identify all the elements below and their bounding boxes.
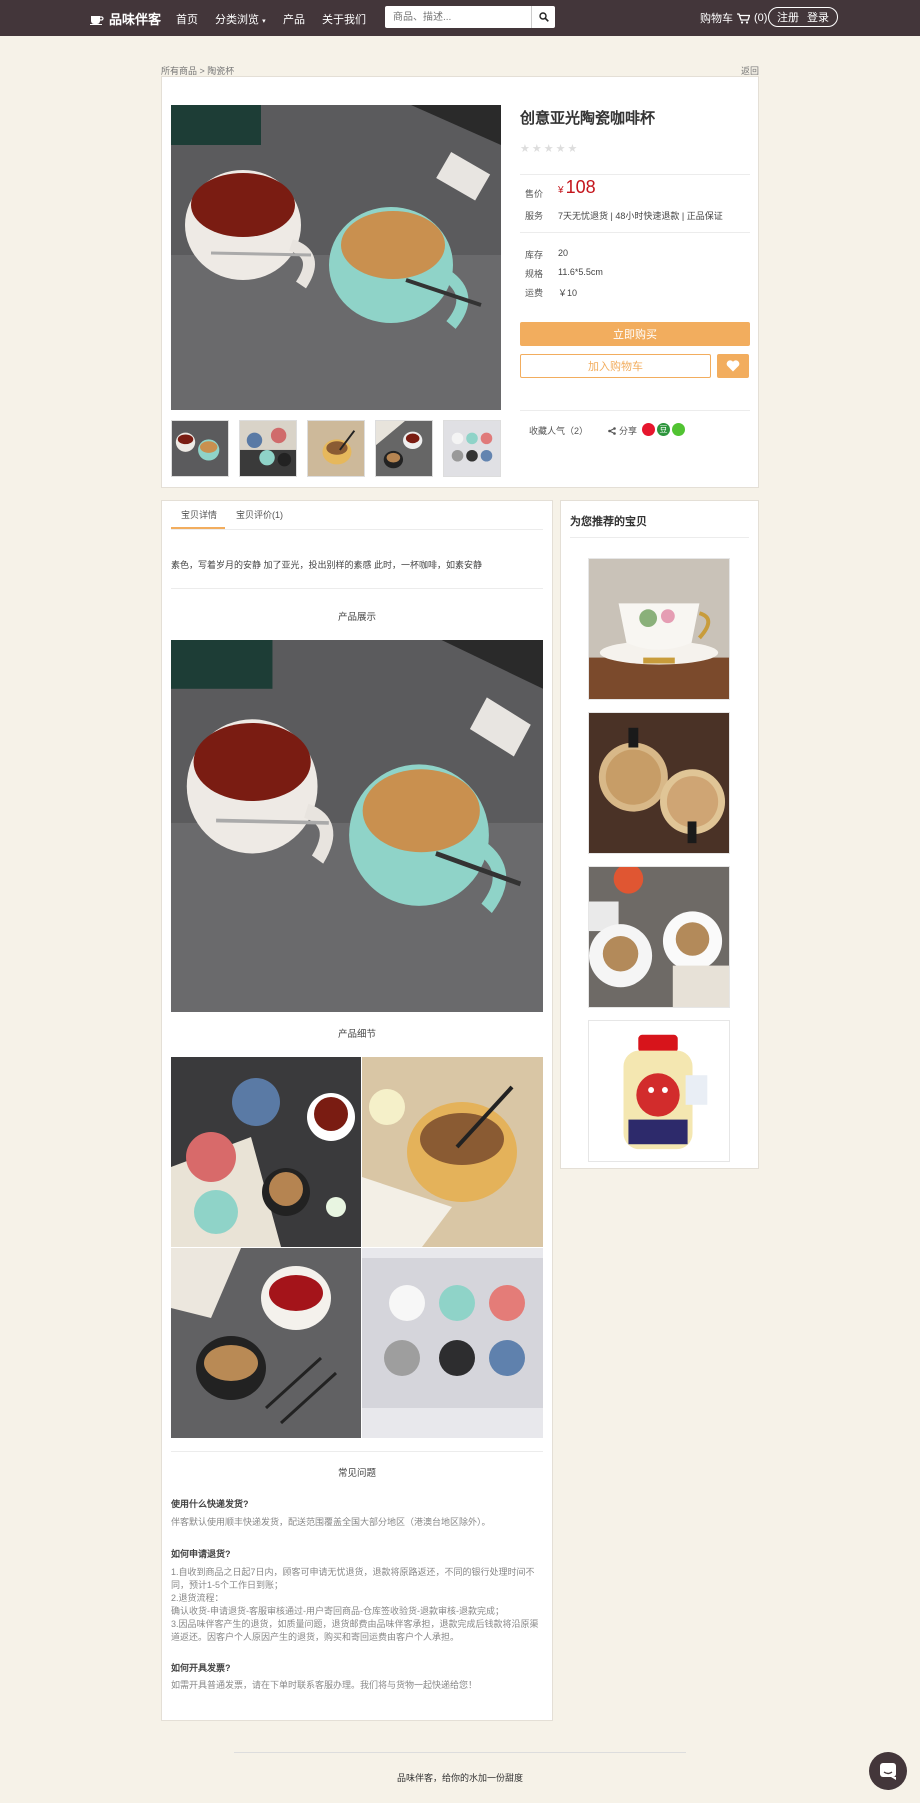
stock-label: 库存	[525, 250, 544, 260]
cart-label: 购物车	[700, 13, 733, 25]
price-currency: ¥	[558, 185, 564, 196]
faq-answer-line: 2.退货流程：	[171, 1593, 224, 1603]
heart-icon	[726, 360, 740, 372]
thumbnail-5[interactable]	[443, 420, 501, 477]
faq-answer: 1.自收到商品之日起7日内，顾客可申请无忧退货，退款将原路返还，不同的银行处理时…	[171, 1566, 543, 1644]
favorite-button[interactable]	[717, 354, 749, 378]
star-icon: ★	[567, 143, 578, 155]
shipping-label: 运费	[525, 288, 544, 298]
search-icon	[538, 12, 549, 22]
thumbnail-3[interactable]	[307, 420, 365, 477]
auth-pill: 注册 登录	[768, 7, 838, 27]
star-icon: ★	[543, 143, 554, 155]
star-icon: ★	[555, 143, 566, 155]
recommend-item-1[interactable]	[588, 558, 730, 700]
detail-image-4	[362, 1248, 543, 1438]
detail-image-3	[171, 1248, 361, 1438]
divider	[520, 410, 750, 411]
divider	[171, 529, 543, 530]
thumbnail-2[interactable]	[239, 420, 297, 477]
nav-categories-label: 分类浏览	[215, 14, 259, 26]
chat-icon	[880, 1763, 896, 1780]
wechat-icon[interactable]	[672, 423, 685, 436]
faq-question: 使用什么快递发货?	[171, 1499, 249, 1509]
spec-value: 11.6*5.5cm	[558, 267, 603, 277]
section-faq-title: 常见问题	[337, 1468, 376, 1479]
section-detail-title: 产品细节	[337, 1029, 376, 1040]
divider	[520, 174, 750, 175]
buy-now-button[interactable]: 立即购买	[520, 322, 750, 346]
section-display-title: 产品展示	[337, 612, 376, 623]
share-area: 分享	[608, 424, 637, 437]
divider	[171, 588, 543, 589]
search-box	[385, 6, 555, 28]
star-icon: ★	[520, 143, 530, 155]
cart-link[interactable]: 购物车 (0)	[700, 10, 767, 26]
star-icon: ★	[531, 143, 542, 155]
display-image	[171, 640, 543, 1012]
cart-count: (0)	[754, 12, 768, 24]
footer-divider	[234, 1752, 686, 1753]
search-button[interactable]	[531, 6, 555, 28]
product-title: 创意亚光陶瓷咖啡杯	[520, 110, 656, 127]
login-link[interactable]: 登录	[807, 9, 829, 25]
detail-image-1	[171, 1057, 361, 1247]
tab-reviews[interactable]: 宝贝评价(1)	[236, 508, 283, 521]
divider	[171, 1451, 543, 1452]
brand-name: 品味伴客	[109, 12, 162, 27]
nav-products[interactable]: 产品	[283, 11, 305, 27]
spec-label: 规格	[525, 269, 544, 279]
recommend-item-3[interactable]	[588, 866, 730, 1008]
divider	[570, 537, 749, 538]
recommend-item-2[interactable]	[588, 712, 730, 854]
search-input[interactable]	[385, 6, 530, 28]
share-label: 分享	[619, 426, 638, 436]
faq-answer-line: 伴客默认使用顺丰快递发货，配送范围覆盖全国大部分地区（港澳台地区除外）。	[171, 1517, 491, 1527]
faq-answer-line: 1.自收到商品之日起7日内，顾客可申请无忧退货，退款将原路返还，不同的银行处理时…	[171, 1567, 535, 1590]
favorite-count: 收藏人气（2）	[529, 426, 589, 436]
product-description: 素色，写着岁月的安静 加了亚光，投出别样的素感 此时，一杯咖啡，如素安静	[171, 560, 483, 570]
brand[interactable]: 品味伴客	[90, 9, 161, 28]
price-value: 108	[565, 177, 596, 197]
service-label: 服务	[525, 211, 544, 221]
nav-categories[interactable]: 分类浏览 ▾	[215, 11, 266, 27]
divider	[520, 232, 750, 233]
tab-details[interactable]: 宝贝详情	[181, 508, 217, 521]
douban-icon[interactable]: 豆	[657, 423, 670, 436]
faq-answer: 伴客默认使用顺丰快递发货，配送范围覆盖全国大部分地区（港澳台地区除外）。	[171, 1516, 543, 1529]
chat-button[interactable]	[869, 1752, 907, 1790]
register-link[interactable]: 注册	[777, 9, 799, 25]
service-value: 7天无忧退货 | 48小时快速退款 | 正品保证	[558, 211, 723, 221]
faq-question: 如何开具发票?	[171, 1663, 231, 1673]
faq-answer-line: 确认收货-申请退货-客服审核通过-用户寄回商品-仓库签收验货-退款审核-退款完成…	[171, 1606, 504, 1616]
shipping-value: ￥10	[558, 288, 578, 298]
top-navbar: 品味伴客 首页 分类浏览 ▾ 产品 关于我们 购物车 (0) 注册 登录	[0, 0, 920, 36]
footer-slogan: 品味伴客，给你的水加一份甜度	[396, 1773, 523, 1783]
caret-down-icon: ▾	[262, 18, 266, 25]
thumbnail-1[interactable]	[171, 420, 229, 477]
recommend-title: 为您推荐的宝贝	[570, 516, 647, 528]
add-to-cart-button[interactable]: 加入购物车	[520, 354, 711, 378]
detail-image-2	[362, 1057, 543, 1247]
price-label: 售价	[525, 189, 544, 199]
coffee-cup-icon	[90, 15, 104, 25]
faq-answer-line: 如需开具普通发票，请在下单时联系客服办理。我们将与货物一起快递给您！	[171, 1680, 478, 1690]
faq-answer: 如需开具普通发票，请在下单时联系客服办理。我们将与货物一起快递给您！	[171, 1679, 543, 1692]
price: ¥ 108	[558, 177, 596, 198]
nav-home[interactable]: 首页	[176, 11, 198, 27]
stock-value: 20	[558, 248, 569, 258]
nav-about[interactable]: 关于我们	[322, 11, 366, 27]
faq-answer-line: 3.因品味伴客产生的退货，如质量问题，退货邮费由品味伴客承担，退款完成后钱款将沿…	[171, 1619, 539, 1642]
faq-question: 如何申请退货?	[171, 1549, 231, 1559]
main-product-image[interactable]	[171, 105, 501, 410]
recommend-item-4[interactable]	[588, 1020, 730, 1162]
thumbnail-4[interactable]	[375, 420, 433, 477]
rating-stars: ★ ★ ★ ★ ★	[520, 142, 577, 155]
cart-icon	[737, 12, 750, 24]
share-icon	[608, 426, 616, 435]
weibo-icon[interactable]	[642, 423, 655, 436]
